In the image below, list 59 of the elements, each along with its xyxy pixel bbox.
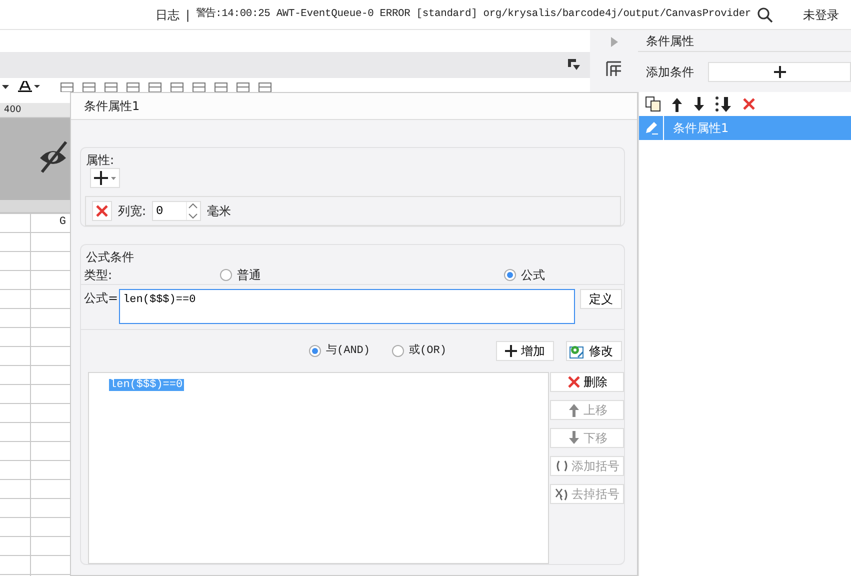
move-bottom-icon[interactable] <box>715 96 732 112</box>
delete-icon <box>95 204 109 218</box>
hidden-eye-icon <box>38 140 68 174</box>
up-arrow-icon <box>566 403 580 417</box>
formula-label: 公式= <box>84 290 118 307</box>
toolbar-icon[interactable] <box>214 81 228 92</box>
parentheses-icon <box>554 459 568 473</box>
dropdown-icon[interactable] <box>568 59 580 71</box>
login-link[interactable]: 未登录 <box>803 6 839 24</box>
down-arrow-icon <box>566 431 580 445</box>
log-label[interactable]: 日志 <box>156 6 180 24</box>
delete-icon <box>566 375 580 389</box>
toolbar-icon[interactable] <box>82 81 96 92</box>
up-arrow-icon[interactable] <box>671 96 683 112</box>
gear-edit-icon <box>569 344 585 358</box>
remove-parentheses-icon <box>554 487 568 501</box>
plus-icon <box>505 345 517 357</box>
toolbar-icon[interactable] <box>126 81 140 92</box>
toolbar-icon[interactable] <box>192 81 206 92</box>
type-radio[interactable]: 普通 <box>220 266 262 284</box>
group-label: 公式条件 <box>85 249 135 265</box>
delete-attribute-button[interactable] <box>92 201 112 221</box>
warning-message: 警告:14:00:25 AWT-EventQueue-0 ERROR [standard] org/krysalis/barcode4j/output/CanvasProvider <box>196 6 751 22</box>
separator-text: | <box>186 6 190 24</box>
formula-input[interactable]: len($$$)==0 <box>119 289 576 324</box>
delete-icon[interactable] <box>742 97 756 111</box>
toolbar-icon[interactable] <box>148 81 162 92</box>
toolbar-icon[interactable] <box>236 81 250 92</box>
logic-radio[interactable]: 与(AND) <box>309 342 370 360</box>
type-radio[interactable]: 公式 <box>504 266 546 284</box>
column-width-label: 列宽: <box>118 203 146 220</box>
spin-up-icon[interactable] <box>187 202 200 210</box>
add-button[interactable]: 增加 <box>496 341 554 361</box>
toolbar-icon[interactable] <box>60 81 74 92</box>
pencil-icon <box>644 121 658 135</box>
type-label: 类型: <box>84 266 112 284</box>
define-button[interactable]: 定义 <box>580 289 622 309</box>
add-condition-label: 添加条件 <box>646 64 694 81</box>
spin-down-icon[interactable] <box>187 212 200 220</box>
delete-button[interactable]: 删除 <box>550 372 624 392</box>
logic-radio[interactable]: 或(OR) <box>392 342 446 360</box>
unit-label: 毫米 <box>207 203 232 220</box>
dialog-title: 条件属性1 <box>71 93 637 120</box>
column-width-spinner[interactable]: 0 <box>152 201 202 221</box>
font-color-icon[interactable] <box>18 81 40 92</box>
down-arrow-icon[interactable] <box>693 96 705 112</box>
search-icon[interactable] <box>757 6 773 22</box>
group-label: 属性: <box>85 152 116 168</box>
layout-grid-icon[interactable] <box>606 61 622 77</box>
toolbar-icon[interactable] <box>104 81 118 92</box>
plus-icon <box>774 66 786 78</box>
add-attribute-button[interactable] <box>90 168 120 188</box>
panel-title: 条件属性 <box>638 30 851 52</box>
plus-icon <box>93 170 117 186</box>
column-header: G <box>58 215 67 230</box>
modify-button[interactable]: 修改 <box>566 341 622 361</box>
copy-icon[interactable] <box>645 96 661 112</box>
toolbar-icon[interactable] <box>170 81 184 92</box>
toolbar-icon[interactable] <box>258 81 272 92</box>
